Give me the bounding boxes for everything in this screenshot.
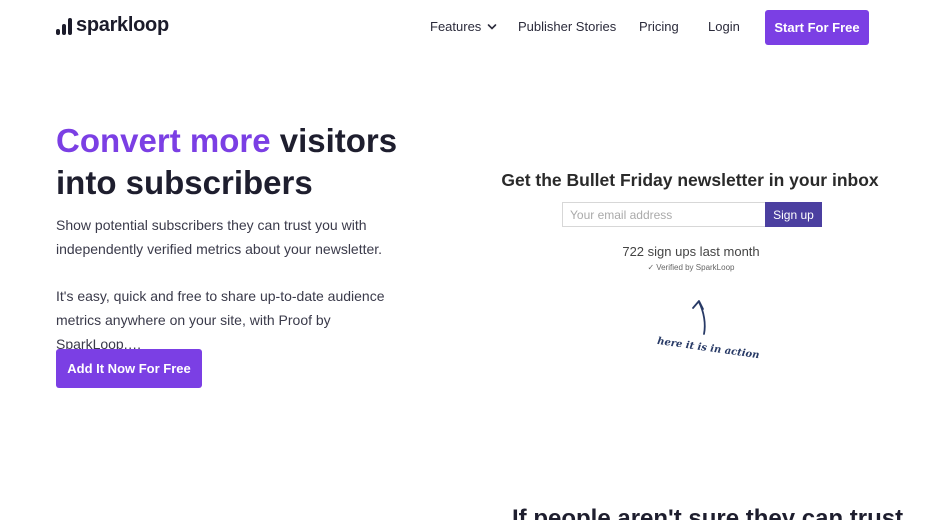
hero-title: Convert more visitors into subscribers xyxy=(56,120,436,204)
add-it-now-button[interactable]: Add It Now For Free xyxy=(56,349,202,388)
hero-title-accent: Convert more xyxy=(56,122,271,159)
nav-item-pricing[interactable]: Pricing xyxy=(639,19,679,34)
nav-item-features[interactable]: Features xyxy=(430,19,497,34)
email-field[interactable] xyxy=(562,202,766,227)
hero-paragraph-2: It's easy, quick and free to share up-to… xyxy=(56,288,385,352)
nav-item-publisher-stories[interactable]: Publisher Stories xyxy=(518,19,616,34)
sign-up-button[interactable]: Sign up xyxy=(765,202,822,227)
start-for-free-button[interactable]: Start For Free xyxy=(765,10,869,45)
nav-item-login[interactable]: Login xyxy=(708,19,740,34)
verified-label: Verified by SparkLoop xyxy=(656,263,735,272)
arrow-icon xyxy=(692,300,706,335)
top-nav: sparkloop Features Publisher Stories Pri… xyxy=(0,0,925,54)
sparkloop-logo-icon xyxy=(56,17,72,35)
widget-title: Get the Bullet Friday newsletter in your… xyxy=(501,170,879,190)
chevron-down-icon xyxy=(488,23,497,30)
check-icon: ✓ xyxy=(647,263,655,272)
signup-stat: 722 sign ups last month xyxy=(622,244,760,259)
hero-paragraph-1: Show potential subscribers they can trus… xyxy=(56,217,383,257)
section-2-heading: If people aren't sure they can trust xyxy=(512,505,904,520)
nav-item-label: Features xyxy=(430,19,482,34)
logo-text: sparkloop xyxy=(76,14,169,36)
verified-badge: ✓ Verified by SparkLoop xyxy=(600,263,782,272)
logo[interactable]: sparkloop xyxy=(56,14,169,37)
